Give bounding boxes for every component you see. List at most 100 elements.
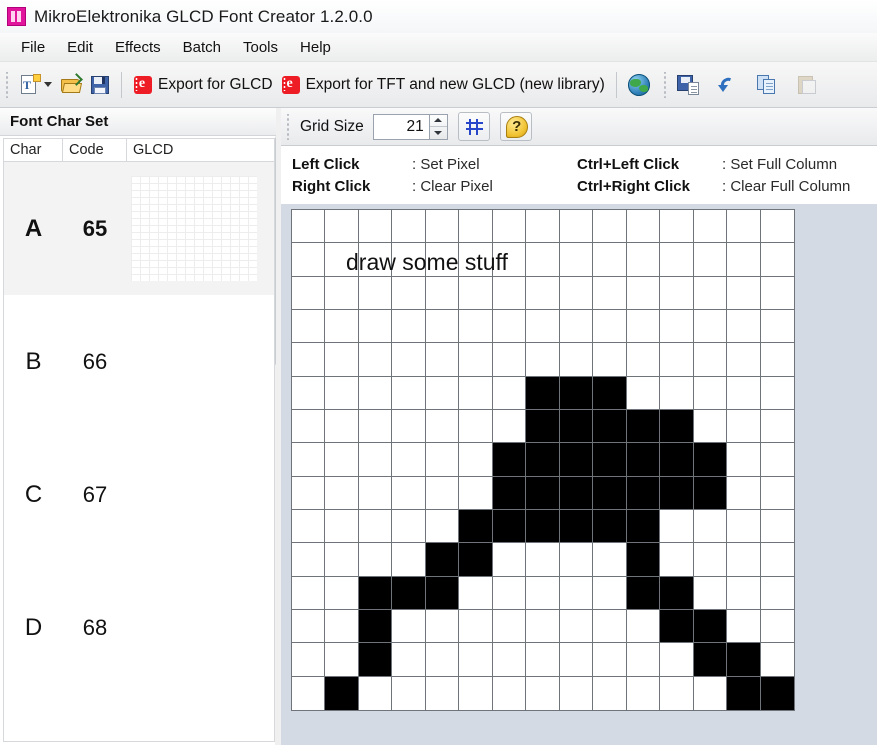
pixel-cell[interactable] <box>459 443 493 477</box>
pixel-cell[interactable] <box>325 243 359 277</box>
pixel-cell[interactable] <box>559 243 594 277</box>
list-item[interactable]: C 67 <box>4 428 274 561</box>
pixel-cell[interactable] <box>626 676 661 710</box>
pixel-cell[interactable] <box>593 443 627 477</box>
open-font-button[interactable] <box>56 68 86 102</box>
pixel-cell[interactable] <box>559 309 594 344</box>
pixel-cell[interactable] <box>292 309 326 344</box>
pixel-cell[interactable] <box>492 609 527 644</box>
pixel-cell[interactable] <box>425 376 460 410</box>
pixel-cell[interactable] <box>660 243 694 277</box>
save-font-button[interactable] <box>86 68 114 102</box>
spin-down-icon[interactable] <box>430 127 447 139</box>
pixel-cell[interactable] <box>526 376 560 410</box>
pixel-cell[interactable] <box>358 476 393 510</box>
pixel-cell[interactable] <box>325 210 359 244</box>
pixel-cell[interactable] <box>660 210 694 244</box>
pixel-cell[interactable] <box>727 576 761 610</box>
pixel-cell[interactable] <box>425 643 460 677</box>
pixel-cell[interactable] <box>292 676 326 710</box>
pixel-cell[interactable] <box>425 276 460 310</box>
pixel-cell[interactable] <box>392 276 426 310</box>
pixel-cell[interactable] <box>693 243 728 277</box>
pixel-cell[interactable] <box>492 543 527 577</box>
pixel-cell[interactable] <box>459 343 493 377</box>
pixel-cell[interactable] <box>760 676 794 710</box>
pixel-cell[interactable] <box>693 343 728 377</box>
pixel-cell[interactable] <box>760 443 794 477</box>
pixel-cell[interactable] <box>760 476 794 510</box>
pixel-cell[interactable] <box>660 643 694 677</box>
pixel-cell[interactable] <box>358 676 393 710</box>
pixel-cell[interactable] <box>693 376 728 410</box>
toolbar-gripper-2[interactable] <box>661 71 670 98</box>
toggle-grid-button[interactable] <box>457 112 490 141</box>
pixel-cell[interactable] <box>526 643 560 677</box>
pixel-cell[interactable] <box>693 643 728 677</box>
grid-size-input[interactable] <box>372 113 429 140</box>
pixel-cell[interactable] <box>593 243 627 277</box>
pixel-cell[interactable] <box>358 309 393 344</box>
pixel-cell[interactable] <box>760 409 794 444</box>
pixel-cell[interactable] <box>626 343 661 377</box>
pixel-cell[interactable] <box>292 443 326 477</box>
pixel-cell[interactable] <box>727 509 761 544</box>
pixel-cell[interactable] <box>425 509 460 544</box>
pixel-cell[interactable] <box>526 210 560 244</box>
pixel-cell[interactable] <box>425 676 460 710</box>
pixel-cell[interactable] <box>492 409 527 444</box>
copy-button[interactable] <box>753 68 783 102</box>
pixel-cell[interactable] <box>358 210 393 244</box>
pixel-cell[interactable] <box>392 476 426 510</box>
pixel-cell[interactable] <box>325 643 359 677</box>
pixel-cell[interactable] <box>693 543 728 577</box>
pixel-cell[interactable] <box>292 243 326 277</box>
pixel-cell[interactable] <box>760 509 794 544</box>
pixel-cell[interactable] <box>358 276 393 310</box>
pixel-cell[interactable] <box>492 643 527 677</box>
pixel-cell[interactable] <box>626 476 661 510</box>
pixel-cell[interactable] <box>593 409 627 444</box>
pixel-cell[interactable] <box>760 376 794 410</box>
pixel-cell[interactable] <box>593 543 627 577</box>
pixel-cell[interactable] <box>459 309 493 344</box>
pixel-cell[interactable] <box>325 476 359 510</box>
chevron-down-icon[interactable] <box>44 82 52 87</box>
pixel-cell[interactable] <box>459 609 493 644</box>
pixel-cell[interactable] <box>292 409 326 444</box>
pixel-cell[interactable] <box>325 543 359 577</box>
export-for-tft-button[interactable]: e Export for TFT and new GLCD (new libra… <box>277 68 609 102</box>
pixel-cell[interactable] <box>526 443 560 477</box>
pixel-cell[interactable] <box>425 609 460 644</box>
pixel-cell[interactable] <box>358 509 393 544</box>
grid-size-spin-buttons[interactable] <box>428 113 448 140</box>
pixel-cell[interactable] <box>358 443 393 477</box>
pixel-cell[interactable] <box>392 543 426 577</box>
list-item[interactable]: A 65 <box>4 162 274 295</box>
pixel-cell[interactable] <box>459 210 493 244</box>
menu-item-help[interactable]: Help <box>289 36 342 59</box>
pixel-cell[interactable] <box>660 543 694 577</box>
menu-item-tools[interactable]: Tools <box>232 36 289 59</box>
pixel-cell[interactable] <box>392 443 426 477</box>
pixel-cell[interactable] <box>492 343 527 377</box>
pixel-cell[interactable] <box>593 609 627 644</box>
pixel-cell[interactable] <box>626 643 661 677</box>
help-button[interactable] <box>499 112 532 141</box>
pixel-cell[interactable] <box>593 376 627 410</box>
pixel-cell[interactable] <box>492 676 527 710</box>
pixel-cell[interactable] <box>325 276 359 310</box>
pixel-cell[interactable] <box>660 409 694 444</box>
pixel-cell[interactable] <box>425 543 460 577</box>
pixel-cell[interactable] <box>459 409 493 444</box>
pixel-cell[interactable] <box>693 276 728 310</box>
pixel-cell[interactable] <box>727 543 761 577</box>
pixel-cell[interactable] <box>660 676 694 710</box>
pixel-cell[interactable] <box>727 343 761 377</box>
list-item[interactable]: B 66 <box>4 295 274 428</box>
pixel-cell[interactable] <box>292 609 326 644</box>
list-item[interactable]: D 68 <box>4 561 274 694</box>
char-list[interactable]: A 65 B 66 C 67 D 68 <box>3 162 275 742</box>
pixel-cell[interactable] <box>392 576 426 610</box>
pixel-cell[interactable] <box>526 609 560 644</box>
